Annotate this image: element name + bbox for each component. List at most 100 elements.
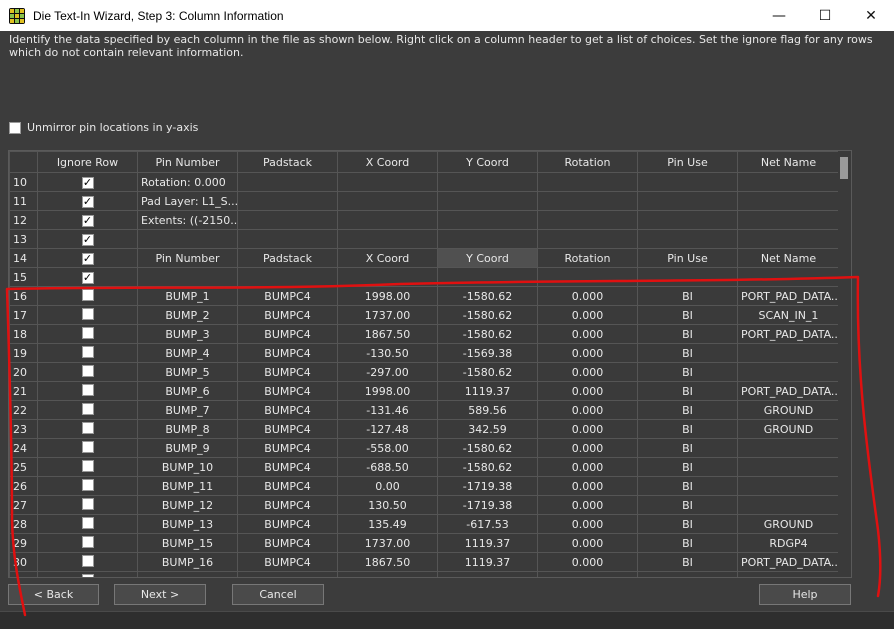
ignore-row-checkbox[interactable] (81, 440, 94, 453)
pin-use-header[interactable]: Pin Use (637, 151, 738, 173)
ignore-row-checkbox[interactable] (81, 383, 94, 396)
ignore-row-checkbox[interactable]: ✓ (81, 252, 94, 265)
pin-number-header[interactable]: Pin Number (137, 151, 238, 173)
table-row[interactable]: 17 BUMP_2 BUMPC4 1737.00 -1580.62 0.000 BI SCAN… (9, 305, 840, 325)
ignore-row-cell (37, 286, 138, 306)
grid-cell: BUMP_3 (137, 324, 238, 344)
unmirror-checkbox[interactable] (9, 121, 21, 134)
table-row[interactable]: 26 BUMP_11 BUMPC4 0.00 -1719.38 0.000 BI (9, 476, 840, 496)
ignore-row-checkbox[interactable] (81, 459, 94, 472)
ignore-row-checkbox[interactable] (81, 288, 94, 301)
table-row[interactable]: 24 BUMP_9 BUMPC4 -558.00 -1580.62 0.000 BI (9, 438, 840, 458)
table-row[interactable]: 22 BUMP_7 BUMPC4 -131.46 589.56 0.000 BI GROUND (9, 400, 840, 420)
ignore-row-checkbox[interactable] (81, 554, 94, 567)
grid-cell (737, 210, 840, 230)
grid-cell: GROUND (737, 419, 840, 439)
grid-cell (737, 457, 840, 477)
table-row[interactable]: 23 BUMP_8 BUMPC4 -127.48 342.59 0.000 BI GROUND (9, 419, 840, 439)
table-row[interactable]: 27 BUMP_12 BUMPC4 130.50 -1719.38 0.000 BI (9, 495, 840, 515)
net-name-header[interactable]: Net Name (737, 151, 840, 173)
scrollbar-thumb[interactable] (840, 157, 848, 179)
minimize-button[interactable]: — (756, 0, 802, 31)
next-button[interactable]: Next > (114, 584, 206, 605)
grid-cell: BUMPC4 (237, 305, 338, 325)
ignore-row-checkbox[interactable] (81, 421, 94, 434)
grid-cell: BUMP_15 (137, 533, 238, 553)
back-button[interactable]: < Back (8, 584, 99, 605)
table-row[interactable]: 13 ✓ (9, 229, 840, 249)
grid-cell (737, 172, 840, 192)
table-row[interactable]: 30 BUMP_16 BUMPC4 1867.50 1119.37 0.000 BI PORT… (9, 552, 840, 572)
grid-cell: BUMPC4 (237, 419, 338, 439)
ignore-row-checkbox[interactable]: ✓ (81, 233, 94, 246)
grid-cell: GROUND (737, 400, 840, 420)
grid-cell: BUMPC4 (237, 400, 338, 420)
grid-cell: 0.000 (537, 305, 638, 325)
ignore-row-cell (37, 305, 138, 325)
row-number: 26 (9, 476, 38, 496)
rotation-header[interactable]: Rotation (537, 151, 638, 173)
grid-cell: BUMP_17 (137, 571, 238, 577)
cancel-button[interactable]: Cancel (232, 584, 324, 605)
vertical-scrollbar[interactable] (838, 151, 851, 577)
grid-cell (337, 267, 438, 287)
ignore-row-cell (37, 514, 138, 534)
table-row[interactable]: 31 BUMP_17BUMPC41867.50-1719.380.000BILAM… (9, 571, 840, 577)
grid-cell: BI (637, 514, 738, 534)
window-controls: — ☐ ✕ (756, 0, 894, 31)
ignore-row-checkbox[interactable]: ✓ (81, 176, 94, 189)
column-grid[interactable]: Ignore Row Pin Number Padstack X Coord Y Coo… (8, 150, 852, 578)
table-row[interactable]: 21 BUMP_6 BUMPC4 1998.00 1119.37 0.000 BI PORT_… (9, 381, 840, 401)
ignore-row-checkbox[interactable]: ✓ (81, 271, 94, 284)
table-row[interactable]: 16 BUMP_1 BUMPC4 1998.00 -1580.62 0.000 BI PORT… (9, 286, 840, 306)
table-row[interactable]: 28 BUMP_13 BUMPC4 135.49 -617.53 0.000 BI GROUN… (9, 514, 840, 534)
ignore-row-checkbox[interactable] (81, 516, 94, 529)
unmirror-label: Unmirror pin locations in y-axis (27, 121, 199, 134)
grid-cell: 0.000 (537, 457, 638, 477)
table-row[interactable]: 12 ✓ Extents: ((-2150.... (9, 210, 840, 230)
grid-cell: BI (637, 286, 738, 306)
ignore-row-checkbox[interactable] (81, 478, 94, 491)
table-row[interactable]: 18 BUMP_3 BUMPC4 1867.50 -1580.62 0.000 BI PORT… (9, 324, 840, 344)
table-row[interactable]: 29 BUMP_15 BUMPC4 1737.00 1119.37 0.000 BI RDGP… (9, 533, 840, 553)
ignore-row-checkbox[interactable] (81, 573, 94, 577)
grid-cell: BUMPC4 (237, 324, 338, 344)
grid-cell: 1998.00 (337, 286, 438, 306)
grid-cell (437, 191, 538, 211)
ignore-row-checkbox[interactable] (81, 535, 94, 548)
table-row[interactable]: 10 ✓ Rotation: 0.000 (9, 172, 840, 192)
grid-cell: 0.000 (537, 419, 638, 439)
table-row[interactable]: 15 ✓ (9, 267, 840, 287)
table-row[interactable]: 19 BUMP_4 BUMPC4 -130.50 -1569.38 0.000 BI (9, 343, 840, 363)
grid-cell: -688.50 (337, 457, 438, 477)
ignore-row-checkbox[interactable] (81, 345, 94, 358)
table-row[interactable]: 20 BUMP_5 BUMPC4 -297.00 -1580.62 0.000 BI (9, 362, 840, 382)
ignore-row-checkbox[interactable] (81, 497, 94, 510)
y-coord-header[interactable]: Y Coord (437, 151, 538, 173)
table-row[interactable]: 25 BUMP_10 BUMPC4 -688.50 -1580.62 0.000 BI (9, 457, 840, 477)
table-row[interactable]: 14 ✓ Pin Number Padstack X Coord Y Coord Rotat… (9, 248, 840, 268)
close-button[interactable]: ✕ (848, 0, 894, 31)
maximize-button[interactable]: ☐ (802, 0, 848, 31)
ignore-row-checkbox[interactable] (81, 364, 94, 377)
grid-cell (737, 438, 840, 458)
ignore-row-checkbox[interactable] (81, 307, 94, 320)
ignore-row-checkbox[interactable]: ✓ (81, 195, 94, 208)
padstack-header[interactable]: Padstack (237, 151, 338, 173)
row-number: 12 (9, 210, 38, 230)
grid-cell: BUMP_1 (137, 286, 238, 306)
grid-cell: 0.000 (537, 381, 638, 401)
ignore-row-checkbox[interactable]: ✓ (81, 214, 94, 227)
grid-cell: BUMPC4 (237, 514, 338, 534)
grid-cell: BUMPC4 (237, 495, 338, 515)
table-row[interactable]: 11 ✓ Pad Layer: L1_S... (9, 191, 840, 211)
help-button[interactable]: Help (759, 584, 851, 605)
ignore-row-checkbox[interactable] (81, 402, 94, 415)
grid-cell (637, 267, 738, 287)
unmirror-option[interactable]: Unmirror pin locations in y-axis (9, 121, 198, 134)
grid-cell (737, 362, 840, 382)
ignore-row-checkbox[interactable] (81, 326, 94, 339)
x-coord-header[interactable]: X Coord (337, 151, 438, 173)
ignore-row-cell: ✓ (37, 267, 138, 287)
grid-cell: BUMP_5 (137, 362, 238, 382)
